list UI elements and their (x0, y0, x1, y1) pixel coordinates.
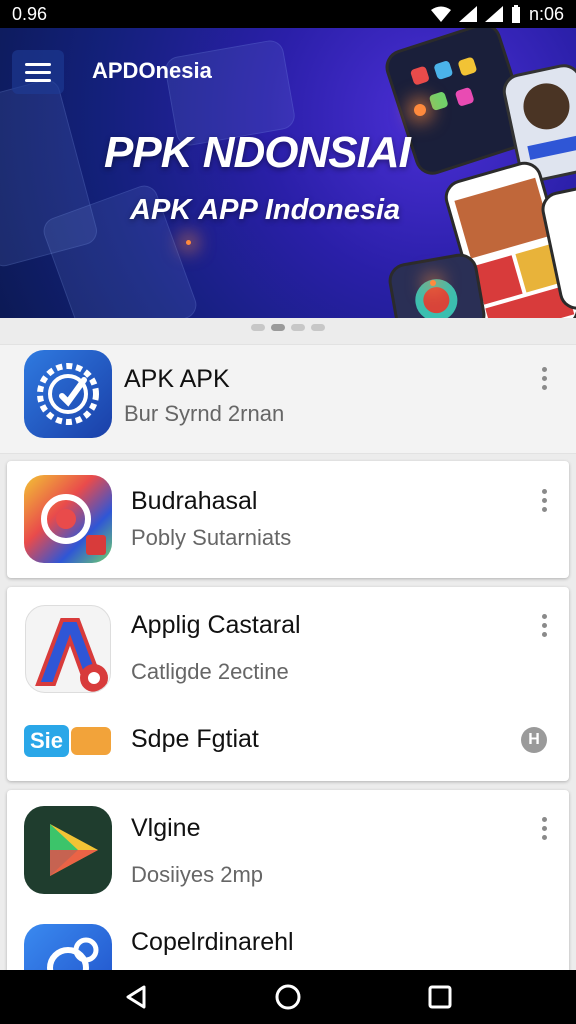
hero-banner[interactable]: APDOnesia PPK NDONSIAI APK APP Indonesia (0, 28, 576, 318)
status-bar: 0.96 n:06 (0, 0, 576, 28)
menu-icon-line (25, 70, 51, 74)
colorful-swirl-icon (24, 475, 112, 563)
play-triangle-icon (24, 806, 112, 894)
list-item[interactable]: APK APK Bur Syrnd 2rnan (0, 344, 576, 454)
app-subtitle: Pobly Sutarniats (131, 525, 292, 550)
decorative-light (414, 104, 426, 116)
back-icon[interactable] (122, 983, 150, 1011)
app-card[interactable]: Vlgine Dosiiyes 2mp Copelrdinarehl (7, 790, 569, 1012)
app-subtitle: Catligde 2ectine (131, 659, 289, 684)
banner-title: PPK NDONSIAI (104, 128, 411, 177)
status-icons: n:06 (430, 3, 564, 25)
recents-icon[interactable] (426, 983, 454, 1011)
app-name: Vlgine (131, 814, 201, 842)
app-subtitle: Dosiiyes 2mp (131, 862, 264, 887)
app-brand-title: APDOnesia (92, 58, 212, 83)
info-badge-label: H (528, 731, 540, 748)
menu-button[interactable] (12, 50, 64, 94)
app-name: Copelrdinarehl (131, 928, 294, 956)
more-options-icon[interactable] (534, 610, 554, 640)
carousel-indicator (0, 320, 576, 334)
banner-subtitle: APK APP Indonesia (130, 194, 401, 226)
status-time: 0.96 (12, 3, 48, 24)
wifi-icon (430, 6, 451, 22)
app-name: Budrahasal (131, 487, 258, 515)
carousel-dot[interactable] (251, 323, 265, 331)
system-nav-bar (0, 970, 576, 1024)
sie-logo-text: Sie (24, 725, 70, 757)
app-subtitle: Bur Syrnd 2rnan (124, 401, 285, 426)
sie-logo-badge (71, 727, 112, 755)
more-options-icon[interactable] (534, 363, 554, 393)
decorative-light-small-2 (430, 280, 436, 286)
home-icon[interactable] (274, 983, 302, 1011)
info-badge-button[interactable]: H (521, 727, 547, 753)
signal-icon (458, 6, 477, 22)
showcase-phone-bottom (385, 250, 489, 318)
status-clock: n:06 (528, 3, 564, 24)
gear-clock-icon (24, 350, 112, 438)
app-card[interactable]: Applig Castaral Catligde 2ectine Sie Sdp… (7, 587, 569, 781)
app-name: APK APK (124, 365, 230, 393)
menu-icon-line (25, 78, 51, 82)
more-options-icon[interactable] (534, 813, 554, 843)
carousel-dot-active[interactable] (271, 323, 285, 331)
app-name: Sdpe Fgtiat (131, 725, 259, 753)
app-card[interactable]: Budrahasal Pobly Sutarniats (7, 461, 569, 578)
battery-icon (511, 5, 520, 23)
carousel-dot[interactable] (311, 323, 325, 331)
app-name: Applig Castaral (131, 611, 301, 639)
decorative-light-small (186, 240, 191, 245)
signal-icon-secondary (484, 6, 503, 22)
more-options-icon[interactable] (534, 485, 554, 515)
letter-a-icon (25, 605, 111, 693)
sie-logo-icon: Sie (24, 723, 112, 759)
carousel-dot[interactable] (291, 323, 305, 331)
menu-icon-line (25, 62, 51, 66)
